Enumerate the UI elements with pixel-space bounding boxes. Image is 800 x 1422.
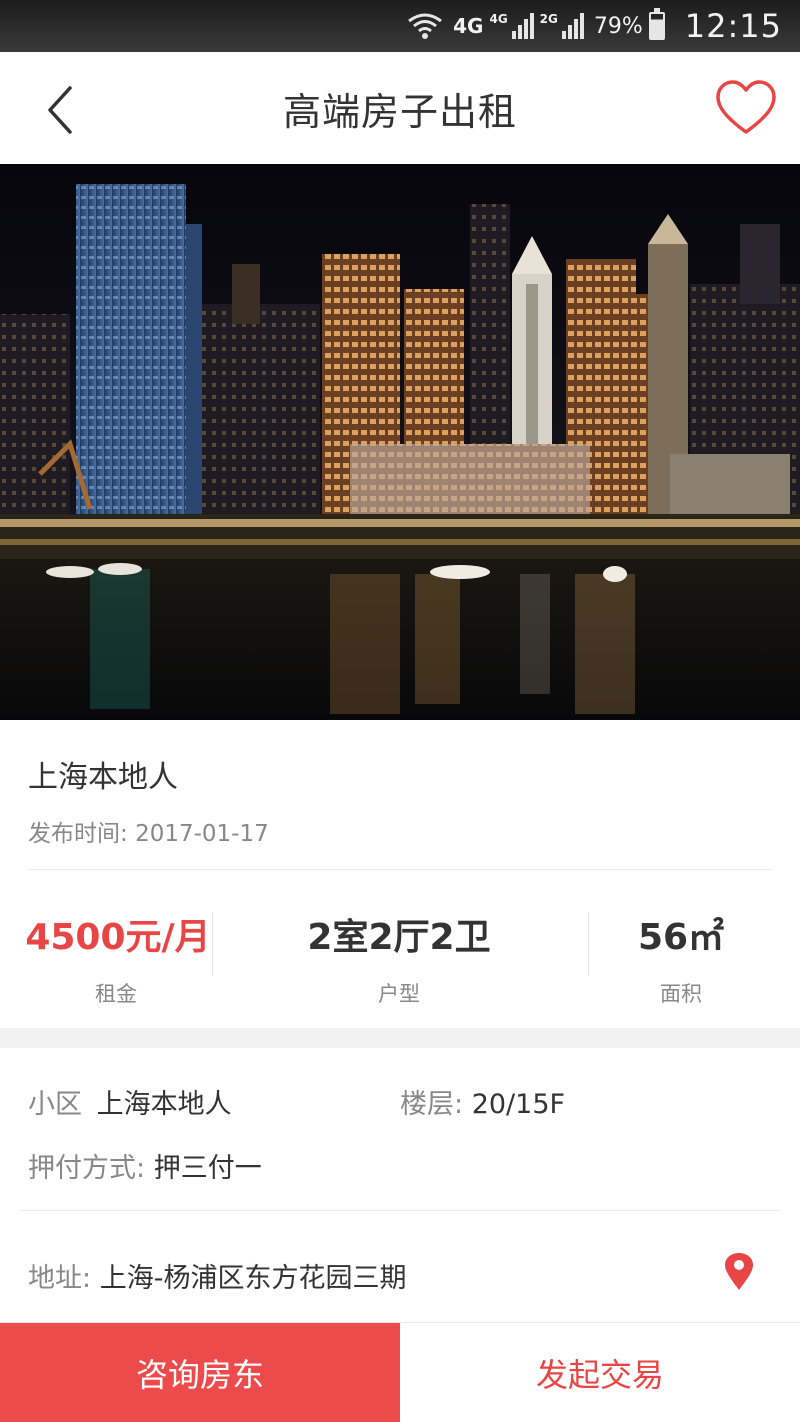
favorite-button[interactable]: [714, 78, 778, 138]
network-type-sim3: 2G: [539, 12, 558, 26]
network-type: 4G: [453, 14, 484, 38]
status-bar: 4G 4G 2G 79% 12:15: [0, 0, 800, 52]
bottom-action-bar: 咨询房东 发起交易: [0, 1322, 800, 1422]
publish-label: 发布时间:: [28, 821, 128, 847]
floor-value: 20/15F: [471, 1089, 566, 1120]
city-skyline-image: [0, 164, 800, 720]
stat-area: 56㎡ 面积: [562, 870, 800, 1028]
stat-divider: [212, 912, 213, 976]
rent-label: 租金: [95, 982, 137, 1006]
page-title: 高端房子出租: [282, 89, 517, 134]
floor-row: 楼层: 20/15F: [400, 1082, 565, 1121]
payment-label: 押付方式:: [28, 1153, 146, 1184]
address-label: 地址:: [28, 1263, 92, 1294]
location-pin-icon[interactable]: [722, 1252, 756, 1292]
floor-label: 楼层:: [400, 1089, 464, 1120]
layout-value: 2室2厅2卫: [307, 917, 491, 958]
battery-percent: 79%: [593, 13, 643, 39]
stat-rent: 4500元/月 租金: [0, 870, 236, 1028]
publish-time: 发布时间: 2017-01-17: [28, 814, 269, 848]
divider: [20, 1210, 780, 1211]
stat-layout: 2室2厅2卫 户型: [236, 870, 562, 1028]
back-button[interactable]: [36, 80, 96, 140]
address-row[interactable]: 地址: 上海-杨浦区东方花园三期: [28, 1256, 406, 1295]
community-row: 小区 上海本地人: [28, 1082, 232, 1121]
signal-icon: [510, 13, 534, 39]
community-value: 上海本地人: [96, 1089, 232, 1120]
area-value: 56㎡: [637, 917, 725, 958]
payment-row: 押付方式: 押三付一: [28, 1146, 262, 1185]
area-label: 面积: [660, 982, 702, 1006]
heart-icon: [716, 80, 776, 134]
start-transaction-button[interactable]: 发起交易: [400, 1323, 800, 1422]
stats-row: 4500元/月 租金 2室2厅2卫 户型 56㎡ 面积: [0, 870, 800, 1028]
payment-value: 押三付一: [153, 1153, 262, 1184]
chevron-left-icon: [48, 86, 72, 134]
section-gap: [0, 1028, 800, 1048]
consult-landlord-button[interactable]: 咨询房东: [0, 1323, 400, 1422]
publish-date: 2017-01-17: [135, 821, 269, 847]
listing-photo[interactable]: [0, 164, 800, 720]
header: 高端房子出租: [0, 52, 800, 164]
battery-icon: [648, 8, 665, 40]
community-label: 小区: [28, 1089, 82, 1120]
address-value: 上海-杨浦区东方花园三期: [99, 1263, 407, 1294]
wifi-icon: [407, 12, 443, 40]
listing-summary: 上海本地人 发布时间: 2017-01-17 4500元/月 租金 2室2厅2卫…: [0, 720, 800, 1028]
layout-label: 户型: [378, 982, 420, 1006]
listing-details: 小区 上海本地人 楼层: 20/15F 押付方式: 押三付一 地址: 上海-杨浦…: [0, 1048, 800, 1322]
clock: 12:15: [684, 7, 782, 45]
owner-name: 上海本地人: [28, 760, 178, 795]
signal-icon-2: [560, 13, 584, 39]
network-type-sim2: 4G: [489, 12, 508, 26]
rent-value: 4500元/月: [25, 917, 211, 958]
